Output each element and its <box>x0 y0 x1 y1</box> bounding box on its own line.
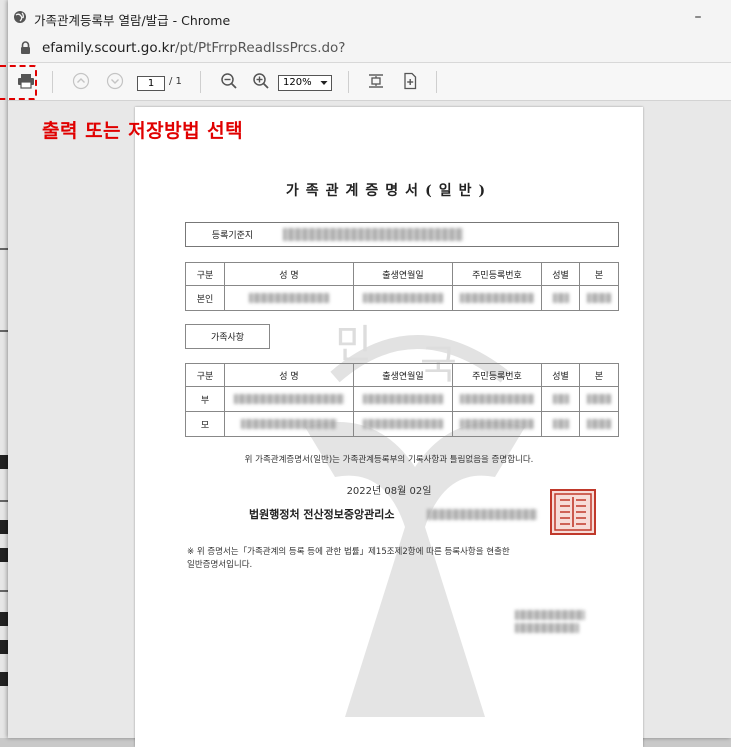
redacted-self-birth <box>363 293 443 303</box>
redacted-mother-rrn <box>460 419 534 429</box>
father-label: 부 <box>185 386 225 412</box>
redacted-father-birth <box>363 394 443 404</box>
redacted-father-name <box>234 394 344 404</box>
minimize-button[interactable]: – <box>680 6 716 28</box>
family-section-label: 가족사항 <box>185 324 270 349</box>
mother-label: 모 <box>185 411 225 437</box>
redacted-mother-birth <box>363 419 443 429</box>
redacted-mother-gender <box>552 419 569 429</box>
previous-page-button[interactable] <box>70 70 92 92</box>
url-path: /pt/PtFrrpReadIssPrcs.do? <box>175 40 346 56</box>
seal-icon <box>554 493 592 531</box>
redacted-registration <box>283 228 463 241</box>
redacted-self-name <box>249 293 329 303</box>
certificate-page: 민 국 가족관계증명서(일반) 등록기준지 구분 성 명 출생연월일 주민등록번… <box>135 107 643 747</box>
footnote-line-2: 일반증명서입니다. <box>187 560 253 570</box>
chrome-popup-window: 가족관계등록부 열람/발급 - Chrome – efamily.scourt.… <box>8 0 731 747</box>
header-origin: 본 <box>579 262 619 286</box>
header-name-2: 성 명 <box>224 363 354 387</box>
url-host: efamily.scourt.go.kr <box>42 40 175 56</box>
header-kind-2: 구분 <box>185 363 225 387</box>
header-gender: 성별 <box>541 262 580 286</box>
annotation-text: 출력 또는 저장방법 선택 <box>42 120 244 142</box>
issuer-name: 법원행정처 전산정보중앙관리소 <box>249 508 395 521</box>
redacted-self-rrn <box>460 293 534 303</box>
url-text: efamily.scourt.go.kr/pt/PtFrrpReadIssPrc… <box>42 40 345 56</box>
print-highlight-box <box>0 65 37 100</box>
fit-page-icon <box>369 74 383 88</box>
rotate-page-button[interactable] <box>399 70 421 92</box>
zoom-out-icon <box>221 73 237 89</box>
zoom-select[interactable]: 120% <box>278 75 332 91</box>
lock-icon <box>21 41 30 54</box>
header-birth-2: 출생연월일 <box>353 363 453 387</box>
header-gender-2: 성별 <box>541 363 580 387</box>
redacted-issuer <box>427 509 537 520</box>
pdf-viewer-area[interactable]: 민 국 가족관계증명서(일반) 등록기준지 구분 성 명 출생연월일 주민등록번… <box>8 101 731 747</box>
watermark-char-a: 민 <box>335 322 372 368</box>
redacted-father-gender <box>552 394 569 404</box>
next-page-button[interactable] <box>104 70 126 92</box>
header-kind: 구분 <box>185 262 225 286</box>
zoom-value: 120% <box>283 77 312 88</box>
window-title: 가족관계등록부 열람/발급 - Chrome <box>34 13 231 28</box>
footnote-line-1: ※ 위 증명서는「가족관계의 등록 등에 관한 법률」제15조제2항에 따른 등… <box>187 547 510 557</box>
redacted-father-origin <box>587 394 611 404</box>
arrow-up-circle-icon <box>72 72 90 90</box>
zoom-in-button[interactable] <box>250 70 272 92</box>
redacted-self-origin <box>587 293 611 303</box>
arrow-down-circle-icon <box>106 72 124 90</box>
document-title: 가족관계증명서(일반) <box>285 183 493 199</box>
self-label: 본인 <box>185 285 225 311</box>
redacted-code-line-1 <box>515 610 585 620</box>
chevron-down-icon <box>318 77 330 89</box>
globe-icon <box>14 11 26 23</box>
redacted-code-line-2 <box>515 623 579 633</box>
zoom-in-icon <box>253 73 269 89</box>
redacted-mother-origin <box>587 419 611 429</box>
zoom-out-button[interactable] <box>218 70 240 92</box>
header-birth: 출생연월일 <box>353 262 453 286</box>
title-bar: 가족관계등록부 열람/발급 - Chrome – <box>8 0 731 34</box>
header-name: 성 명 <box>224 262 354 286</box>
page-total: / 1 <box>169 76 182 87</box>
header-resident-number-2: 주민등록번호 <box>452 363 542 387</box>
header-resident-number: 주민등록번호 <box>452 262 542 286</box>
page-plus-icon <box>404 72 417 90</box>
official-seal <box>550 489 596 535</box>
pdf-toolbar: 1 / 1 120% <box>8 63 731 101</box>
header-origin-2: 본 <box>579 363 619 387</box>
redacted-mother-name <box>241 419 337 429</box>
certification-notice: 위 가족관계증명서(일반)는 가족관계등록부의 기록사항과 틀림없음을 증명합니… <box>244 455 534 465</box>
fit-page-button[interactable] <box>365 70 387 92</box>
redacted-self-gender <box>552 293 569 303</box>
redacted-father-rrn <box>460 394 534 404</box>
page-number-input[interactable]: 1 <box>137 76 165 91</box>
address-bar[interactable]: efamily.scourt.go.kr/pt/PtFrrpReadIssPrc… <box>8 34 731 63</box>
